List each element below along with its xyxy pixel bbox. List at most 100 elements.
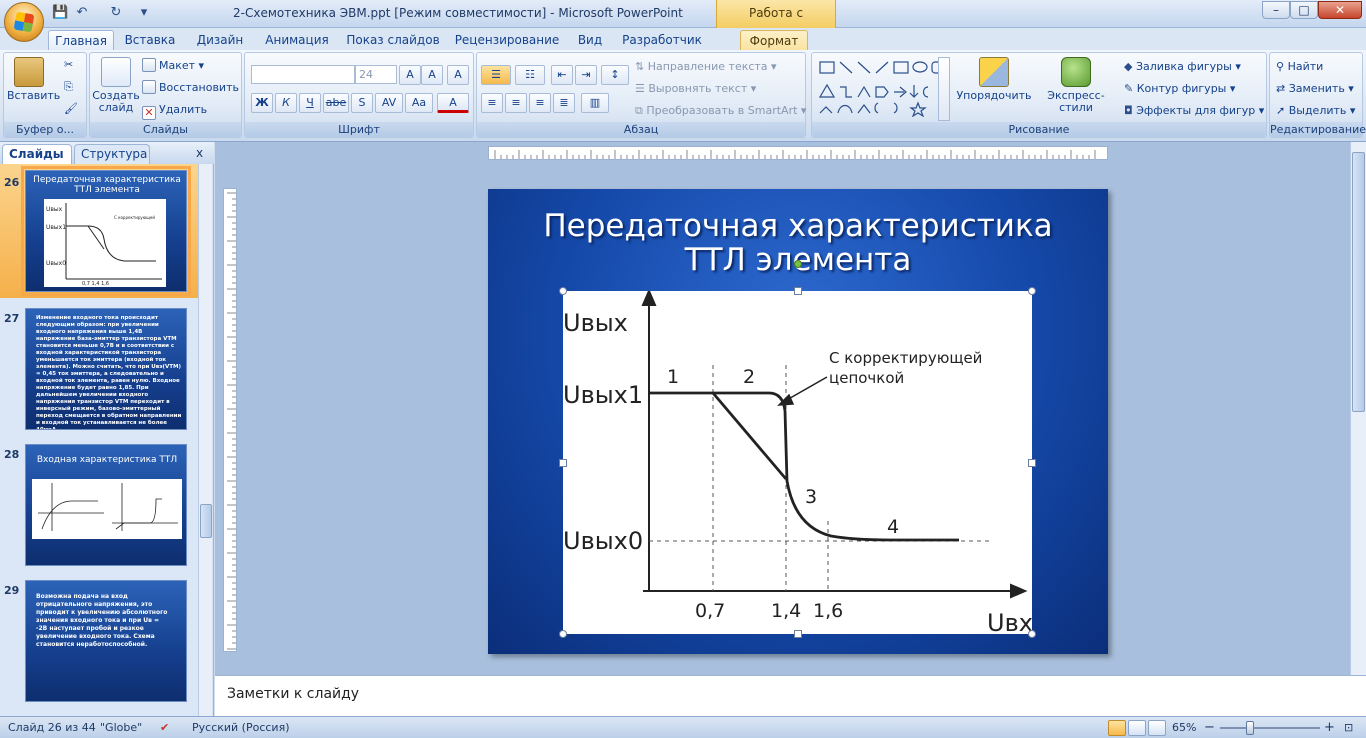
resize-handle-left[interactable] xyxy=(559,459,567,467)
resize-handle-right[interactable] xyxy=(1028,459,1036,467)
slideshow-view-button[interactable] xyxy=(1148,720,1166,736)
resize-handle-bottom-left[interactable] xyxy=(559,630,567,638)
current-slide[interactable]: Передаточная характеристика ТТЛ элемента xyxy=(488,189,1108,654)
redo-icon[interactable]: ↻ xyxy=(108,5,124,21)
tab-format[interactable]: Формат xyxy=(740,30,808,50)
shadow-button[interactable]: S xyxy=(351,93,373,113)
tab-animation[interactable]: Анимация xyxy=(260,30,334,50)
reset-button[interactable]: Восстановить xyxy=(142,78,239,97)
align-left-button[interactable]: ≡ xyxy=(481,93,503,113)
undo-icon[interactable]: ↶ xyxy=(74,5,90,21)
clipboard-icon xyxy=(14,57,44,87)
close-button[interactable]: ✕ xyxy=(1318,1,1362,19)
strikethrough-button[interactable]: abe xyxy=(323,93,349,113)
shape-fill-button[interactable]: ◆ Заливка фигуры ▾ xyxy=(1124,57,1241,76)
tab-slideshow[interactable]: Показ слайдов xyxy=(346,30,440,50)
paste-button[interactable]: Вставить xyxy=(7,57,60,102)
zoom-out-button[interactable]: − xyxy=(1204,717,1215,738)
delete-slide-button[interactable]: ✕ Удалить xyxy=(142,100,207,120)
tab-slides-pane[interactable]: Слайды xyxy=(2,144,72,164)
slide-thumbnail-29[interactable]: Возможна подача на вход отрицательного н… xyxy=(25,580,187,702)
language-indicator[interactable]: Русский (Россия) xyxy=(192,717,290,738)
format-painter-icon[interactable]: 🖌 xyxy=(64,99,78,118)
columns-button[interactable]: ▥ xyxy=(581,93,609,113)
tab-home[interactable]: Главная xyxy=(48,30,114,50)
smartart-button[interactable]: ⧉ Преобразовать в SmartArt ▾ xyxy=(635,101,806,120)
close-pane-icon[interactable]: x xyxy=(196,146,203,160)
spellcheck-icon[interactable]: ✔ xyxy=(160,717,169,738)
slide-sorter-button[interactable] xyxy=(1128,720,1146,736)
font-size-input[interactable]: 24 xyxy=(355,65,397,84)
align-center-button[interactable]: ≡ xyxy=(505,93,527,113)
thumbnails-scrollbar-thumb[interactable] xyxy=(200,504,212,538)
grow-font-button[interactable]: A xyxy=(399,65,421,85)
replace-button[interactable]: ⇄ Заменить ▾ xyxy=(1276,79,1354,98)
vertical-ruler[interactable] xyxy=(223,188,237,652)
tab-view[interactable]: Вид xyxy=(572,30,608,50)
rotation-handle[interactable] xyxy=(794,260,802,268)
italic-button[interactable]: К xyxy=(275,93,297,113)
save-icon[interactable]: 💾 xyxy=(52,5,68,21)
find-button[interactable]: ⚲ Найти xyxy=(1276,57,1323,76)
binoculars-icon: ⚲ xyxy=(1276,60,1288,73)
normal-view-button[interactable] xyxy=(1108,720,1126,736)
slide-thumbnail-27[interactable]: Изменение входного тока происходит следу… xyxy=(25,308,187,430)
resize-handle-top[interactable] xyxy=(794,287,802,295)
resize-handle-top-right[interactable] xyxy=(1028,287,1036,295)
align-text-button[interactable]: ☰ Выровнять текст ▾ xyxy=(635,79,756,98)
underline-button[interactable]: Ч xyxy=(299,93,321,113)
tab-insert[interactable]: Вставка xyxy=(120,30,180,50)
numbering-button[interactable]: ☷ xyxy=(515,65,545,85)
slide-scrollbar-thumb[interactable] xyxy=(1352,152,1365,412)
select-button[interactable]: ➚ Выделить ▾ xyxy=(1276,101,1355,120)
clear-formatting-button[interactable]: A xyxy=(447,65,469,85)
copy-icon[interactable]: ⎘ xyxy=(64,77,73,96)
new-slide-button[interactable]: Создать слайд xyxy=(92,57,140,114)
zoom-in-button[interactable]: + xyxy=(1324,717,1335,738)
change-case-button[interactable]: Aa xyxy=(405,93,433,113)
char-spacing-button[interactable]: AV xyxy=(375,93,403,113)
zoom-slider-knob[interactable] xyxy=(1246,721,1254,735)
maximize-button[interactable]: □ xyxy=(1290,1,1318,19)
bullets-button[interactable]: ☰ xyxy=(481,65,511,85)
font-color-button[interactable]: A xyxy=(437,93,469,113)
theme-name[interactable]: "Globe" xyxy=(100,717,142,738)
notes-pane[interactable]: Заметки к слайду xyxy=(215,675,1366,716)
bold-button[interactable]: Ж xyxy=(251,93,273,113)
tab-review[interactable]: Рецензирование xyxy=(452,30,562,50)
font-name-input[interactable] xyxy=(251,65,355,84)
layout-button[interactable]: Макет ▾ xyxy=(142,56,204,75)
office-button[interactable] xyxy=(4,2,44,42)
customize-qat-icon[interactable]: ▾ xyxy=(136,5,152,21)
align-right-button[interactable]: ≡ xyxy=(529,93,551,113)
justify-button[interactable]: ≣ xyxy=(553,93,575,113)
resize-handle-top-left[interactable] xyxy=(559,287,567,295)
slide-scrollbar[interactable] xyxy=(1350,142,1366,675)
decrease-indent-button[interactable]: ⇤ xyxy=(551,65,573,85)
minimize-button[interactable]: – xyxy=(1262,1,1290,19)
fit-to-window-icon[interactable]: ⊡ xyxy=(1344,717,1353,738)
tab-outline-pane[interactable]: Структура xyxy=(74,144,150,164)
cut-icon[interactable]: ✂ xyxy=(64,55,73,74)
transfer-characteristic-picture[interactable]: Uвых Uвых1 Uвых0 Uвх 0,7 1,4 1,6 1 2 3 4… xyxy=(563,288,1033,637)
resize-handle-bottom[interactable] xyxy=(794,630,802,638)
quick-styles-button[interactable]: Экспресс-стили xyxy=(1032,57,1120,114)
shapes-gallery-scroll[interactable] xyxy=(938,57,950,121)
shapes-gallery[interactable] xyxy=(818,59,948,117)
tab-design[interactable]: Дизайн xyxy=(192,30,248,50)
thumbnails-scrollbar[interactable] xyxy=(198,164,212,716)
slide-thumbnail-28[interactable]: Входная характеристика ТТЛ xyxy=(25,444,187,566)
slide-thumbnail-26[interactable]: Передаточная характеристика ТТЛ элемента… xyxy=(21,166,191,296)
zoom-level[interactable]: 65% xyxy=(1172,717,1196,738)
arrange-button[interactable]: Упорядочить xyxy=(956,57,1032,102)
tab-developer[interactable]: Разработчик xyxy=(618,30,706,50)
text-direction-button[interactable]: ⇅ Направление текста ▾ xyxy=(635,57,777,76)
increase-indent-button[interactable]: ⇥ xyxy=(575,65,597,85)
shape-effects-button[interactable]: ◘ Эффекты для фигур ▾ xyxy=(1124,101,1264,120)
resize-handle-bottom-right[interactable] xyxy=(1028,630,1036,638)
zoom-slider-track[interactable] xyxy=(1220,727,1320,729)
horizontal-ruler[interactable] xyxy=(488,146,1108,160)
shrink-font-button[interactable]: A xyxy=(421,65,443,85)
shape-outline-button[interactable]: ✎ Контур фигуры ▾ xyxy=(1124,79,1235,98)
line-spacing-button[interactable]: ↕ xyxy=(601,65,629,85)
